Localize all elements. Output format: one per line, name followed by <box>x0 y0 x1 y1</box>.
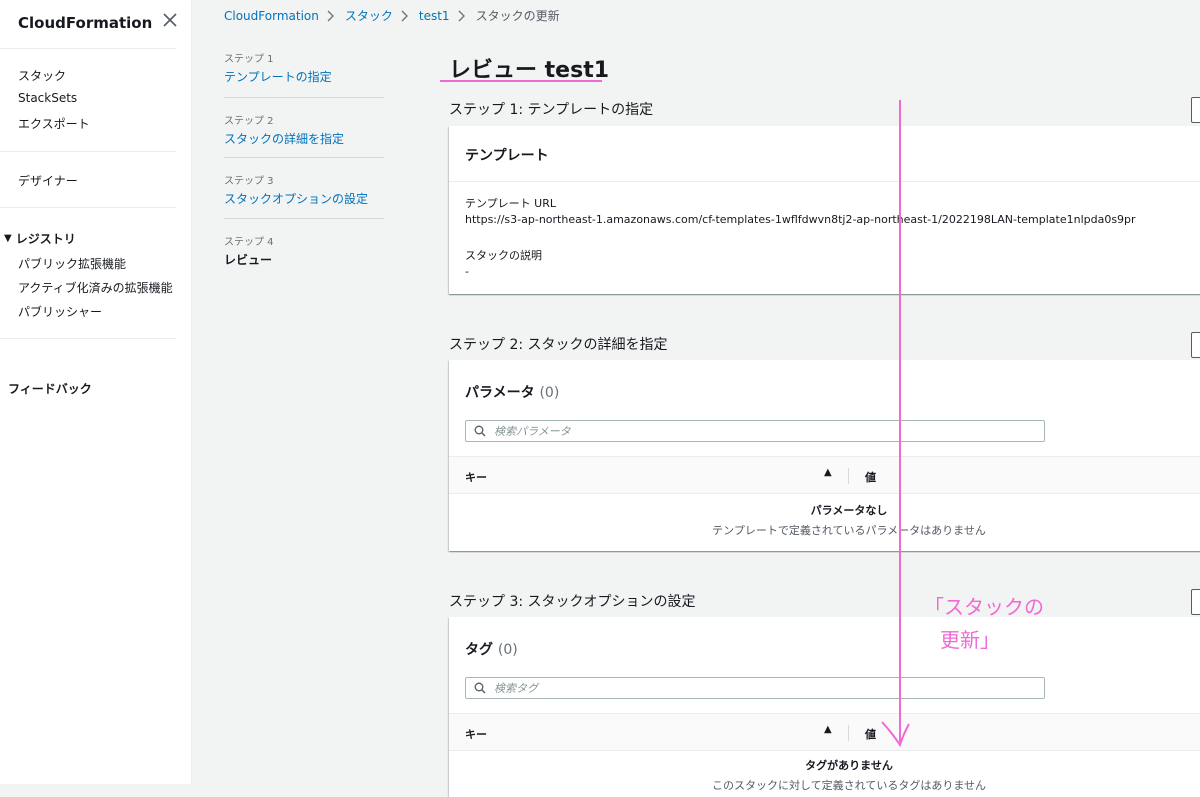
template-url-value: https://s3-ap-northeast-1.amazonaws.com/… <box>465 213 1136 226</box>
search-icon <box>474 425 486 437</box>
sidebar-section-registry[interactable]: ▼ レジストリ <box>4 230 76 247</box>
column-header-key[interactable]: キー <box>465 469 487 485</box>
sidebar-divider <box>0 151 176 152</box>
wizard-step-1: ステップ 1 テンプレートの指定 <box>224 50 384 85</box>
chevron-right-icon <box>401 9 411 23</box>
sidebar-divider <box>0 48 176 49</box>
annotation-text-line2: 更新」 <box>940 628 1000 652</box>
sidebar-divider <box>0 207 176 208</box>
sidebar-item-activated-extensions[interactable]: アクティブ化済みの拡張機能 <box>18 279 173 296</box>
breadcrumb-current: スタックの更新 <box>475 9 560 23</box>
empty-state-description: テンプレートで定義されているパラメータはありません <box>712 524 986 537</box>
empty-state-title: パラメータなし <box>810 504 888 517</box>
sidebar-item-publisher[interactable]: パブリッシャー <box>18 303 102 320</box>
sidebar-divider <box>0 338 176 339</box>
breadcrumb: CloudFormation スタック test1 スタックの更新 <box>224 7 560 24</box>
step-link-options[interactable]: スタックオプションの設定 <box>224 190 384 207</box>
parameters-search-input[interactable] <box>492 423 1036 439</box>
tags-card: タグ (0) キー ▲ 値 タグがありません このスタックに対して定義されている… <box>449 617 1200 797</box>
tags-title: タグ <box>465 642 493 658</box>
tags-table-header: キー ▲ 値 <box>449 713 1200 751</box>
parameters-search[interactable] <box>465 420 1045 442</box>
edit-button[interactable] <box>1191 589 1200 615</box>
column-divider <box>848 725 849 741</box>
template-card: テンプレート テンプレート URL https://s3-ap-northeas… <box>449 126 1200 294</box>
tags-search-input[interactable] <box>492 680 1036 696</box>
tags-search[interactable] <box>465 677 1045 699</box>
annotation-text-line1: 「スタックの <box>924 595 1044 619</box>
step2-heading: ステップ 2: スタックの詳細を指定 <box>449 337 668 353</box>
sidebar-item-stacks[interactable]: スタック <box>18 67 66 84</box>
sidebar-item-exports[interactable]: エクスポート <box>18 115 90 132</box>
parameters-count: (0) <box>539 385 560 401</box>
step-number: ステップ 2 <box>224 116 274 127</box>
sidebar-item-feedback[interactable]: フィードバック <box>8 380 92 397</box>
sort-ascending-icon[interactable]: ▲ <box>824 467 832 478</box>
template-url-label: テンプレート URL <box>465 197 556 210</box>
column-header-value[interactable]: 値 <box>865 726 876 742</box>
card-separator <box>449 181 1200 182</box>
sidebar-section-label: レジストリ <box>15 232 76 246</box>
step-number: ステップ 4 <box>224 237 274 248</box>
stack-description-label: スタックの説明 <box>465 249 542 262</box>
step3-heading: ステップ 3: スタックオプションの設定 <box>449 594 696 610</box>
step-link-details[interactable]: スタックの詳細を指定 <box>224 130 384 147</box>
step-link-template[interactable]: テンプレートの指定 <box>224 68 384 85</box>
column-header-key[interactable]: キー <box>465 726 487 742</box>
chevron-right-icon <box>327 9 337 23</box>
parameters-card: パラメータ (0) キー ▲ 値 パラメータなし テンプレートで定義されているパ… <box>449 360 1200 551</box>
breadcrumb-cloudformation[interactable]: CloudFormation <box>224 9 319 23</box>
empty-state-title: タグがありません <box>805 759 893 772</box>
step-number: ステップ 3 <box>224 176 274 187</box>
wizard-step-2: ステップ 2 スタックの詳細を指定 <box>224 112 384 147</box>
breadcrumb-stacks[interactable]: スタック <box>345 7 393 24</box>
edit-button[interactable] <box>1191 332 1200 358</box>
title-underline-annotation <box>440 80 602 82</box>
column-header-value[interactable]: 値 <box>865 469 876 485</box>
chevron-right-icon <box>458 9 468 23</box>
edit-button[interactable] <box>1191 97 1200 123</box>
step-divider <box>224 157 384 158</box>
card-title: テンプレート <box>465 148 549 164</box>
sidebar-item-designer[interactable]: デザイナー <box>18 172 78 189</box>
step-divider <box>224 97 384 98</box>
wizard-step-4: ステップ 4 レビュー <box>224 233 384 268</box>
tags-count: (0) <box>497 642 518 658</box>
parameters-title: パラメータ <box>465 385 535 401</box>
caret-down-icon: ▼ <box>4 233 12 244</box>
wizard-step-3: ステップ 3 スタックオプションの設定 <box>224 172 384 207</box>
parameters-table-header: キー ▲ 値 <box>449 456 1200 494</box>
breadcrumb-test1[interactable]: test1 <box>419 9 450 23</box>
sort-ascending-icon[interactable]: ▲ <box>824 724 832 735</box>
search-icon <box>474 682 486 694</box>
close-icon[interactable] <box>160 10 180 30</box>
card-title: パラメータ (0) <box>465 382 559 402</box>
step-divider <box>224 218 384 219</box>
step-label-review: レビュー <box>224 253 273 267</box>
column-divider <box>848 468 849 484</box>
sidebar-item-public-extensions[interactable]: パブリック拡張機能 <box>18 255 126 272</box>
sidebar-item-stacksets[interactable]: StackSets <box>18 91 77 105</box>
step1-heading: ステップ 1: テンプレートの指定 <box>449 102 654 118</box>
empty-state-description: このスタックに対して定義されているタグはありません <box>711 779 986 792</box>
stack-description-value: - <box>465 265 469 278</box>
sidebar: CloudFormation スタック StackSets エクスポート デザイ… <box>0 0 192 784</box>
step-number: ステップ 1 <box>224 54 274 65</box>
sidebar-title[interactable]: CloudFormation <box>18 14 152 32</box>
card-title: タグ (0) <box>465 639 518 659</box>
